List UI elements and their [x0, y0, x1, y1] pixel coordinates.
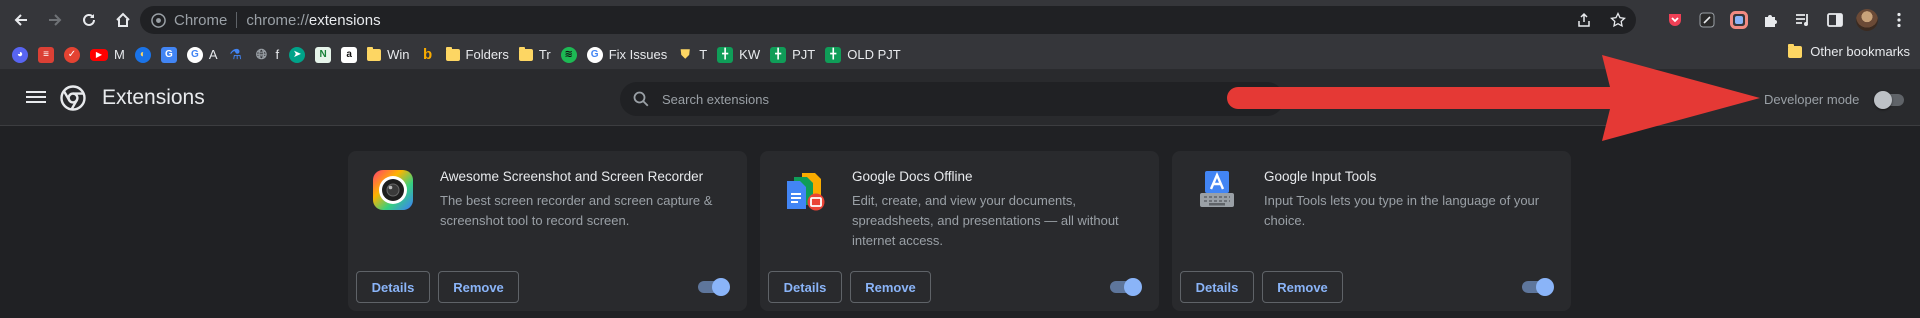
sheets-icon: ╋	[825, 46, 842, 63]
docs-offline-icon	[787, 173, 825, 211]
red-arrow-annotation	[1227, 55, 1760, 141]
page-title: Extensions	[102, 86, 205, 109]
remove-button[interactable]: Remove	[438, 271, 519, 303]
hamburger-menu-icon[interactable]	[26, 88, 46, 108]
details-button[interactable]: Details	[768, 271, 842, 303]
folder-icon	[445, 46, 460, 61]
share-icon[interactable]	[1574, 10, 1594, 30]
google-icon: G	[186, 46, 203, 63]
google-icon: G	[586, 46, 603, 63]
extension-card-google-docs-offline: Google Docs Offline Edit, create, and vi…	[760, 151, 1159, 311]
sheets-icon: ╋	[770, 46, 787, 63]
bookmark-bird[interactable]: ➤	[289, 44, 306, 66]
bookmark-spotify[interactable]: ≋	[560, 44, 577, 66]
details-button[interactable]: Details	[1180, 271, 1254, 303]
star-icon[interactable]	[1608, 10, 1628, 30]
other-bookmarks[interactable]: Other bookmarks	[1788, 43, 1910, 59]
globe-icon: 🌐︎	[255, 46, 268, 62]
kebab-menu-icon[interactable]	[1888, 9, 1910, 31]
side-panel-icon[interactable]	[1824, 9, 1846, 31]
colorful-extension-icon[interactable]	[1728, 9, 1750, 31]
shield-icon: ⛊	[680, 47, 690, 61]
bookmark-kw[interactable]: ╋ KW	[717, 44, 760, 66]
extension-card-awesome-screenshot: Awesome Screenshot and Screen Recorder T…	[348, 151, 747, 311]
youtube-icon: ▶	[90, 48, 108, 61]
bookmark-pjt[interactable]: ╋ PJT	[770, 44, 815, 66]
search-icon	[633, 91, 649, 107]
extension-name: Google Docs Offline	[852, 169, 973, 184]
discord-icon: ◕	[12, 46, 28, 63]
spotify-icon: ≋	[560, 46, 577, 63]
yahoo-icon: ◐	[134, 46, 151, 63]
reload-icon[interactable]	[76, 7, 102, 33]
developer-mode-label: Developer mode	[1764, 92, 1860, 107]
bookmark-discord[interactable]: ◕	[12, 44, 28, 66]
extension-icon[interactable]	[1696, 9, 1718, 31]
puzzle-icon[interactable]	[1760, 9, 1782, 31]
bookmark-fix-issues[interactable]: G Fix Issues	[586, 44, 667, 66]
bookmark-youtube[interactable]: ▶ M	[90, 44, 125, 66]
media-icon[interactable]	[1792, 9, 1814, 31]
camera-lens-icon	[373, 170, 413, 210]
folder-icon	[1788, 43, 1803, 58]
check-icon: ✓	[64, 46, 80, 63]
address-bar[interactable]: Chrome chrome://extensions	[140, 6, 1636, 34]
extension-enable-toggle[interactable]	[1108, 278, 1142, 296]
bookmark-flask[interactable]: ⚗	[228, 44, 244, 66]
bookmark-tr[interactable]: Tr	[518, 44, 551, 66]
b-icon: b	[422, 46, 433, 63]
bookmark-amazon[interactable]: a	[341, 44, 358, 66]
bird-icon: ➤	[289, 46, 306, 63]
extension-description: Input Tools lets you type in the languag…	[1264, 193, 1540, 228]
details-button[interactable]: Details	[356, 271, 430, 303]
forward-icon[interactable]	[42, 7, 68, 33]
extension-name: Google Input Tools	[1264, 169, 1377, 184]
sheets-icon: ╋	[717, 46, 734, 63]
bookmark-yahoo[interactable]: ◐	[134, 44, 151, 66]
search-extensions-box[interactable]	[620, 82, 1284, 116]
folder-icon	[518, 46, 533, 61]
pocket-icon[interactable]	[1664, 9, 1686, 31]
remove-button[interactable]: Remove	[1262, 271, 1343, 303]
bookmark-translate[interactable]: G	[160, 44, 177, 66]
input-tools-icon	[1200, 171, 1234, 207]
bookmark-globe-f[interactable]: 🌐︎ f	[254, 44, 279, 66]
extension-enable-toggle[interactable]	[1520, 278, 1554, 296]
site-name: Chrome	[174, 11, 228, 29]
extension-card-google-input-tools: Google Input Tools Input Tools lets you …	[1172, 151, 1571, 311]
avatar[interactable]	[1856, 9, 1878, 31]
folder-icon	[367, 46, 382, 61]
search-input[interactable]	[662, 91, 1222, 107]
other-bookmarks-label: Other bookmarks	[1810, 44, 1910, 59]
bookmark-b[interactable]: b	[420, 44, 436, 66]
chrome-logo-icon	[60, 85, 86, 111]
omnibox-divider	[236, 12, 238, 28]
bookmark-google-a[interactable]: GA	[186, 44, 218, 66]
extension-icons	[1664, 9, 1910, 31]
chrome-site-icon	[150, 12, 166, 28]
translate-icon: G	[160, 46, 177, 63]
bookmark-check[interactable]: ✓	[64, 44, 80, 66]
todoist-icon: ≡	[38, 46, 54, 63]
flask-icon: ⚗	[229, 46, 242, 62]
notion-n-icon: N	[315, 46, 332, 63]
browser-toolbar: Chrome chrome://extensions	[0, 0, 1920, 40]
extension-description: The best screen recorder and screen capt…	[440, 193, 713, 228]
bookmark-old-pjt[interactable]: ╋ OLD PJT	[825, 44, 901, 66]
amazon-icon: a	[341, 46, 358, 63]
bookmark-win[interactable]: Win	[367, 44, 410, 66]
chrome-window: Chrome chrome://extensions ◕ ≡ ✓ ▶ M ◐ G…	[0, 0, 1920, 318]
bookmark-folders[interactable]: Folders	[445, 44, 509, 66]
extension-description: Edit, create, and view your documents, s…	[852, 193, 1119, 248]
extension-name: Awesome Screenshot and Screen Recorder	[440, 169, 704, 184]
bookmark-todoist[interactable]: ≡	[38, 44, 54, 66]
url-text: chrome://extensions	[246, 11, 381, 29]
bookmark-t[interactable]: ⛊ T	[677, 44, 707, 66]
extension-enable-toggle[interactable]	[696, 278, 730, 296]
bookmark-notion[interactable]: N	[315, 44, 332, 66]
remove-button[interactable]: Remove	[850, 271, 931, 303]
back-icon[interactable]	[8, 7, 34, 33]
developer-mode-toggle[interactable]	[1874, 91, 1908, 109]
home-icon[interactable]	[110, 7, 136, 33]
